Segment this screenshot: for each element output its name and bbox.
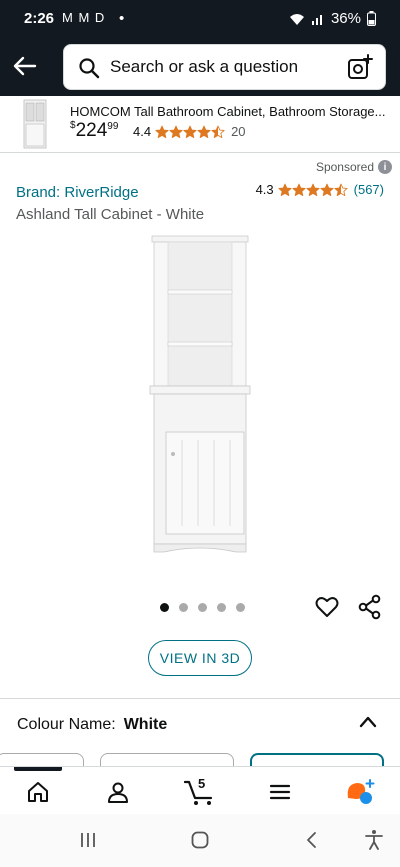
back-button[interactable] [10,51,40,81]
nav-account[interactable] [98,775,138,809]
price-whole: 224 [75,120,108,141]
cart-count: 5 [198,776,206,791]
back-arrow-icon [13,56,37,76]
status-time: 2:26 [24,10,55,27]
colour-selector-header[interactable]: Colour Name: White [17,716,167,734]
chevron-up-icon[interactable] [358,712,378,732]
product-title: Ashland Tall Cabinet - White [16,206,205,223]
star-icon [155,125,169,138]
sticky-rating-value: 4.4 [133,124,152,139]
status-bar: 2:26 M M D • 36% [0,0,400,38]
sponsored-text: Sponsored [315,160,374,174]
star-icon [278,183,292,196]
carousel-dot[interactable] [160,603,169,612]
status-dot: • [119,10,125,27]
colour-swatch[interactable] [100,753,234,767]
share-button[interactable] [357,594,383,620]
carousel-dot[interactable] [217,603,226,612]
camera-search-icon[interactable] [347,54,373,80]
status-right: 36% [289,10,376,27]
sticky-product-price: $22499 [70,120,118,142]
divider [0,698,400,699]
recents-button[interactable] [74,828,102,852]
screen: 2:26 M M D • 36% Search or ask a questio… [0,0,400,867]
sticky-review-count: 20 [231,124,246,139]
battery-percent: 36% [330,10,361,27]
carousel-dot[interactable] [179,603,188,612]
recents-icon [81,833,95,847]
sticky-product-bar[interactable]: HOMCOM Tall Bathroom Cabinet, Bathroom S… [0,96,400,153]
search-input[interactable]: Search or ask a question [63,44,386,90]
sponsored-label[interactable]: Sponsored i [316,160,392,174]
review-count: (567) [353,182,384,197]
nav-cart[interactable]: 5 [180,775,220,809]
sticky-product-rating: 4.4 20 [133,124,246,139]
sticky-product-title: HOMCOM Tall Bathroom Cabinet, Bathroom S… [70,104,386,119]
product-rating[interactable]: 4.3 (567) [256,182,384,197]
signal-icon [311,14,322,25]
account-icon [108,782,128,803]
share-icon [358,594,381,620]
home-icon [28,782,48,802]
star-icon [320,183,334,196]
carousel-dot[interactable] [198,603,207,612]
star-rating [155,125,225,139]
image-carousel-dots[interactable] [160,603,245,612]
battery-icon [367,11,376,26]
bottom-navigation: 5 [0,766,400,814]
star-icon [183,125,197,138]
colour-label: Colour Name: [17,716,116,733]
back-system-button[interactable] [298,828,326,852]
star-icon [334,183,348,196]
colour-value: White [123,716,168,733]
accessibility-icon [365,830,383,850]
wifi-icon [289,13,304,25]
star-icon [197,125,211,138]
star-icon [292,183,306,196]
colour-swatch[interactable] [0,753,84,767]
info-icon: i [378,160,392,174]
heart-icon [315,597,339,617]
sticky-product-thumbnail [23,99,47,149]
menu-icon [269,784,291,800]
active-tab-indicator [14,767,62,771]
home-circle-icon [191,831,209,849]
star-icon [211,125,225,138]
search-icon [79,58,100,79]
view-in-3d-button[interactable]: VIEW IN 3D [148,640,252,676]
home-button[interactable] [186,828,214,852]
accessibility-button[interactable] [360,828,388,852]
product-image[interactable] [140,232,260,562]
nav-home[interactable] [18,775,58,809]
back-chevron-icon [307,832,316,848]
price-currency: $ [70,120,76,131]
system-navigation-bar [0,814,400,867]
star-icon [169,125,183,138]
colour-swatch-selected[interactable] [250,753,384,767]
wishlist-button[interactable] [314,594,340,620]
status-notification-icons: M M D [62,10,106,25]
star-rating [278,183,348,197]
brand-link[interactable]: Brand: RiverRidge [16,184,139,201]
rufus-icon [347,779,375,804]
rating-value: 4.3 [255,182,274,197]
carousel-dot[interactable] [236,603,245,612]
header: Search or ask a question [0,38,400,96]
nav-menu[interactable] [260,775,300,809]
nav-rufus[interactable] [340,775,380,809]
search-placeholder: Search or ask a question [110,57,299,76]
price-fraction: 99 [107,121,119,132]
star-icon [306,183,320,196]
